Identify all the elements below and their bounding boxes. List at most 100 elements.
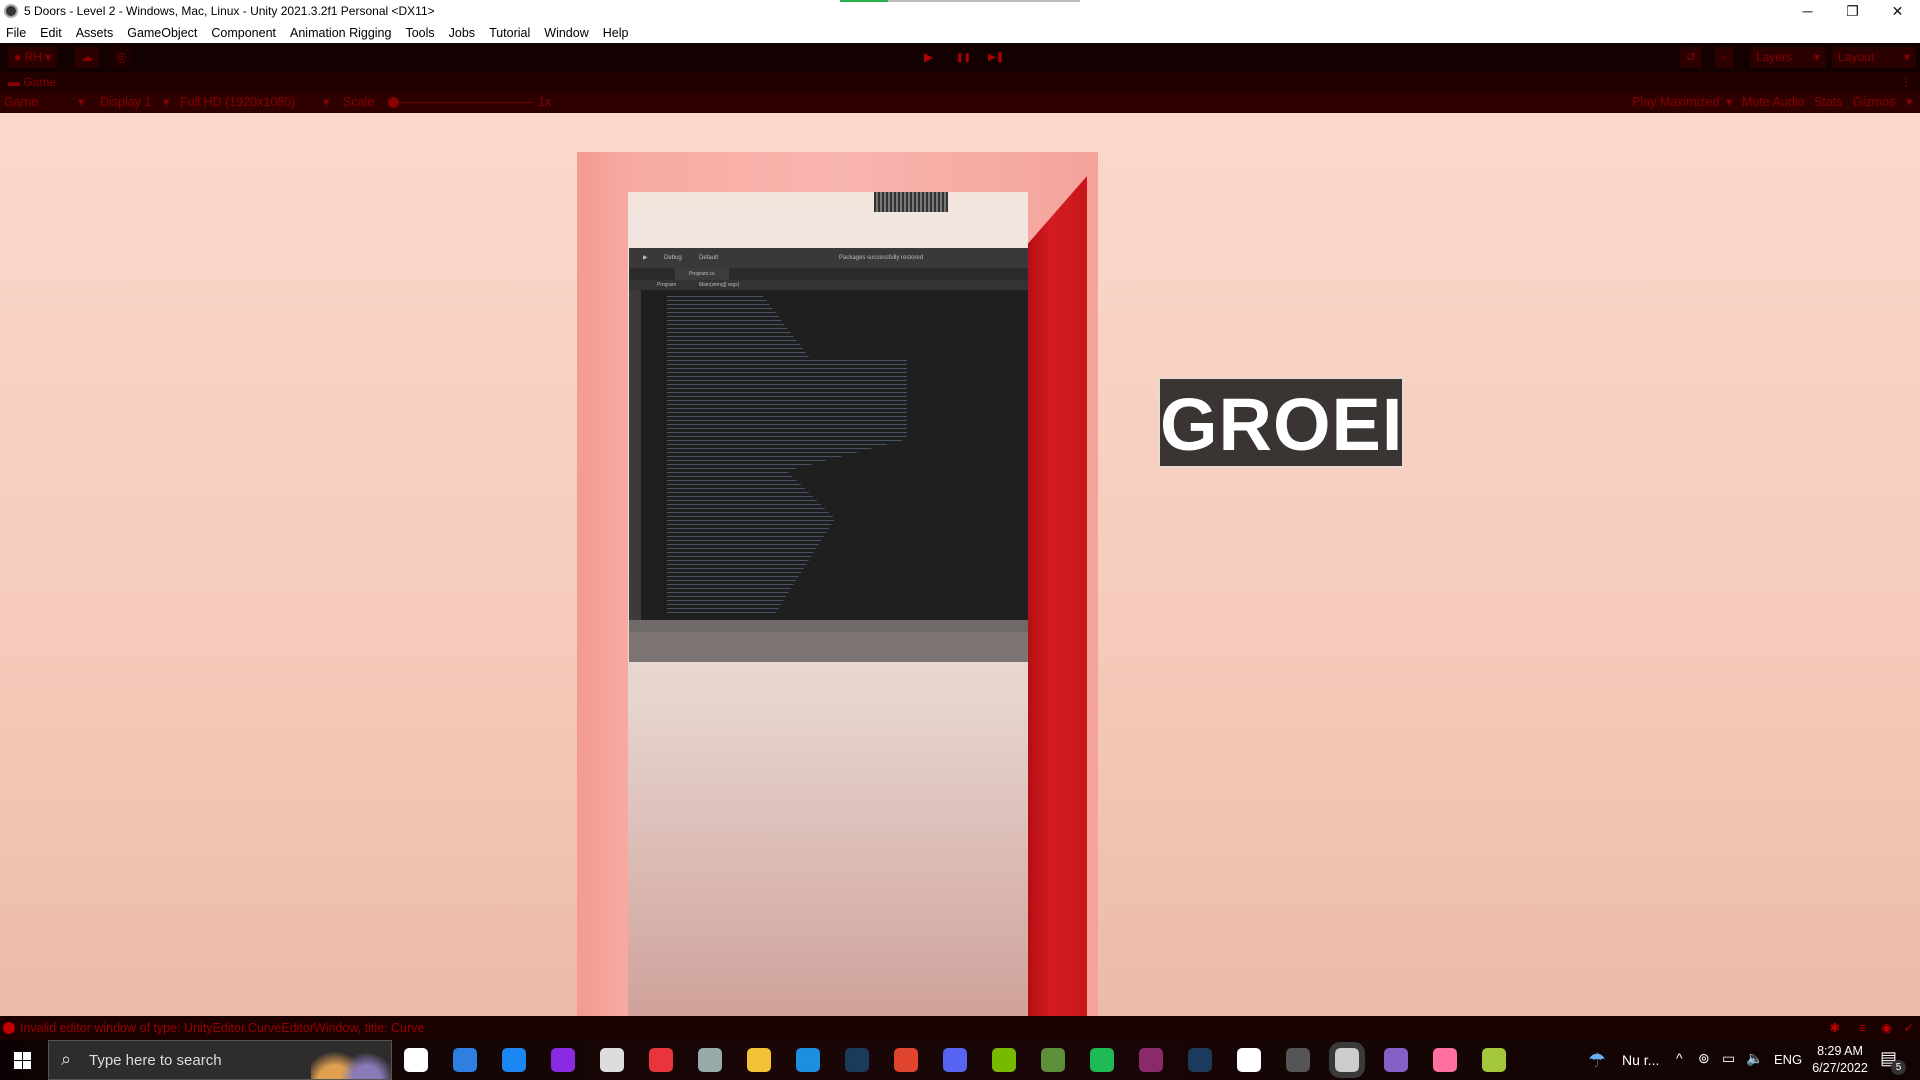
search-box[interactable]: ⌕ Type here to search — [48, 1040, 392, 1080]
history-button[interactable]: ↺ — [1680, 47, 1703, 68]
mute-audio-toggle[interactable]: Mute Audio — [1742, 92, 1805, 113]
volume-icon[interactable]: 🔈 — [1746, 1050, 1763, 1067]
menu-tutorial[interactable]: Tutorial — [489, 26, 530, 40]
task-view-icon[interactable] — [404, 1048, 428, 1072]
open-door — [1028, 176, 1087, 1016]
code-editor — [641, 290, 1028, 620]
weather-text[interactable]: Nu r... — [1622, 1052, 1659, 1068]
clock-date[interactable]: 6/27/2022 — [1806, 1061, 1874, 1075]
default-config: Default — [699, 255, 719, 261]
chevron-down-icon: ▾ — [163, 95, 170, 109]
step-button[interactable]: ▶❚ — [982, 47, 1010, 68]
winrar-icon[interactable] — [1139, 1048, 1163, 1072]
menu-gameobject[interactable]: GameObject — [127, 26, 197, 40]
search-icon: ⌕ — [61, 1049, 72, 1069]
network-icon[interactable]: ▭ — [1722, 1050, 1735, 1067]
menu-animation-rigging[interactable]: Animation Rigging — [290, 26, 391, 40]
menu-assets[interactable]: Assets — [76, 26, 114, 40]
ide-toolbar: ▶ Debug Default Packages successfully re… — [629, 248, 1028, 268]
skyrim-icon[interactable] — [600, 1048, 624, 1072]
window-title: 5 Doors - Level 2 - Windows, Mac, Linux … — [24, 4, 435, 18]
play-button[interactable]: ▶ — [918, 47, 939, 68]
mail-icon[interactable] — [796, 1048, 820, 1072]
ceiling-vent — [874, 192, 948, 212]
gizmos-toggle[interactable]: Gizmos — [1853, 92, 1895, 113]
play-maximized-toggle[interactable]: Play Maximized — [1632, 92, 1720, 113]
chrome-icon[interactable] — [894, 1048, 918, 1072]
breadcrumb-class: Program — [657, 282, 677, 288]
scale-label: Scale — [343, 95, 375, 109]
collab-button[interactable]: ◎ — [110, 47, 133, 68]
notion-icon[interactable] — [1237, 1048, 1261, 1072]
code-lines — [667, 296, 907, 614]
scale-slider-handle[interactable] — [388, 97, 399, 108]
cache-icon[interactable]: ≡ — [1859, 1016, 1866, 1040]
game-tab[interactable]: ▬ Game ⋮ — [0, 72, 1920, 92]
status-message[interactable]: Invalid editor window of type: UnityEdit… — [20, 1021, 424, 1035]
groei-sign: GROEI — [1158, 377, 1404, 468]
start-button[interactable] — [14, 1052, 31, 1069]
gamepad-icon: ▬ — [8, 75, 20, 89]
notification-count: 5 — [1891, 1060, 1906, 1075]
steam-icon[interactable] — [845, 1048, 869, 1072]
close-button[interactable]: ✕ — [1875, 0, 1920, 22]
search-button[interactable]: ⌕ — [1715, 47, 1734, 68]
pause-button[interactable]: ❚❚ — [950, 47, 977, 68]
monitor-app-icon[interactable] — [698, 1048, 722, 1072]
clock-time[interactable]: 8:29 AM — [1810, 1044, 1870, 1058]
menu-bar: File Edit Assets GameObject Component An… — [0, 22, 1920, 43]
menu-tools[interactable]: Tools — [405, 26, 434, 40]
game-view[interactable]: ▶ Debug Default Packages successfully re… — [0, 113, 1920, 1016]
status-bar[interactable]: Invalid editor window of type: UnityEdit… — [0, 1016, 1920, 1040]
debug-config: Debug — [664, 255, 682, 261]
cloud-sync-icon[interactable]: ⊚ — [1698, 1050, 1710, 1067]
menu-file[interactable]: File — [6, 26, 26, 40]
todo-icon[interactable] — [453, 1048, 477, 1072]
menu-edit[interactable]: Edit — [40, 26, 62, 40]
minimize-button[interactable]: ─ — [1785, 0, 1830, 22]
view-dropdown[interactable]: Game — [4, 92, 38, 113]
cortana-icon[interactable] — [551, 1048, 575, 1072]
steam-2-icon[interactable] — [1188, 1048, 1212, 1072]
ea-icon[interactable] — [649, 1048, 673, 1072]
scale-slider[interactable] — [388, 97, 533, 108]
ubisoft-icon[interactable] — [502, 1048, 526, 1072]
menu-component[interactable]: Component — [211, 26, 276, 40]
error-icon — [3, 1022, 15, 1034]
paint-icon[interactable] — [1433, 1048, 1457, 1072]
restore-button[interactable]: ❐ — [1830, 0, 1875, 22]
more-options-icon[interactable]: ⋮ — [1900, 72, 1912, 92]
stats-toggle[interactable]: Stats — [1814, 92, 1843, 113]
unity-icon[interactable] — [1329, 1042, 1365, 1078]
discord-icon[interactable] — [943, 1048, 967, 1072]
spotify-icon[interactable] — [1090, 1048, 1114, 1072]
window-controls: ─ ❐ ✕ — [1785, 0, 1920, 22]
lightbulb-icon[interactable]: ◉ — [1881, 1016, 1892, 1040]
file-explorer-icon[interactable] — [747, 1048, 771, 1072]
check-icon[interactable]: ✓ — [1904, 1016, 1914, 1040]
minecraft-icon[interactable] — [1041, 1048, 1065, 1072]
obs-icon[interactable] — [1286, 1048, 1310, 1072]
visual-studio-icon[interactable] — [1384, 1048, 1408, 1072]
progress-indicator — [840, 0, 1080, 2]
layout-label: Layout — [1838, 50, 1875, 64]
android-app-icon[interactable] — [1482, 1048, 1506, 1072]
display-dropdown[interactable]: Display 1 — [100, 92, 151, 113]
bug-icon[interactable]: ✱ — [1830, 1016, 1840, 1040]
menu-help[interactable]: Help — [603, 26, 629, 40]
account-button[interactable]: ● RH ▾ — [8, 47, 58, 68]
show-hidden-icons[interactable]: ^ — [1676, 1050, 1683, 1066]
run-icon: ▶ — [643, 255, 648, 261]
menu-jobs[interactable]: Jobs — [449, 26, 475, 40]
cloud-button[interactable]: ☁ — [75, 47, 99, 68]
layout-dropdown[interactable]: Layout ▾ — [1832, 47, 1916, 68]
menu-window[interactable]: Window — [544, 26, 588, 40]
scale-value: 1x — [538, 95, 552, 109]
language-indicator[interactable]: ENG — [1774, 1052, 1802, 1067]
account-label: RH ▾ — [24, 50, 52, 64]
resolution-dropdown[interactable]: Full HD (1920x1080) — [180, 92, 295, 113]
chevron-down-icon: ▾ — [1906, 95, 1913, 109]
nvidia-icon[interactable] — [992, 1048, 1016, 1072]
in-game-monitor: ▶ Debug Default Packages successfully re… — [629, 248, 1028, 662]
layers-dropdown[interactable]: Layers ▾ — [1750, 47, 1826, 68]
